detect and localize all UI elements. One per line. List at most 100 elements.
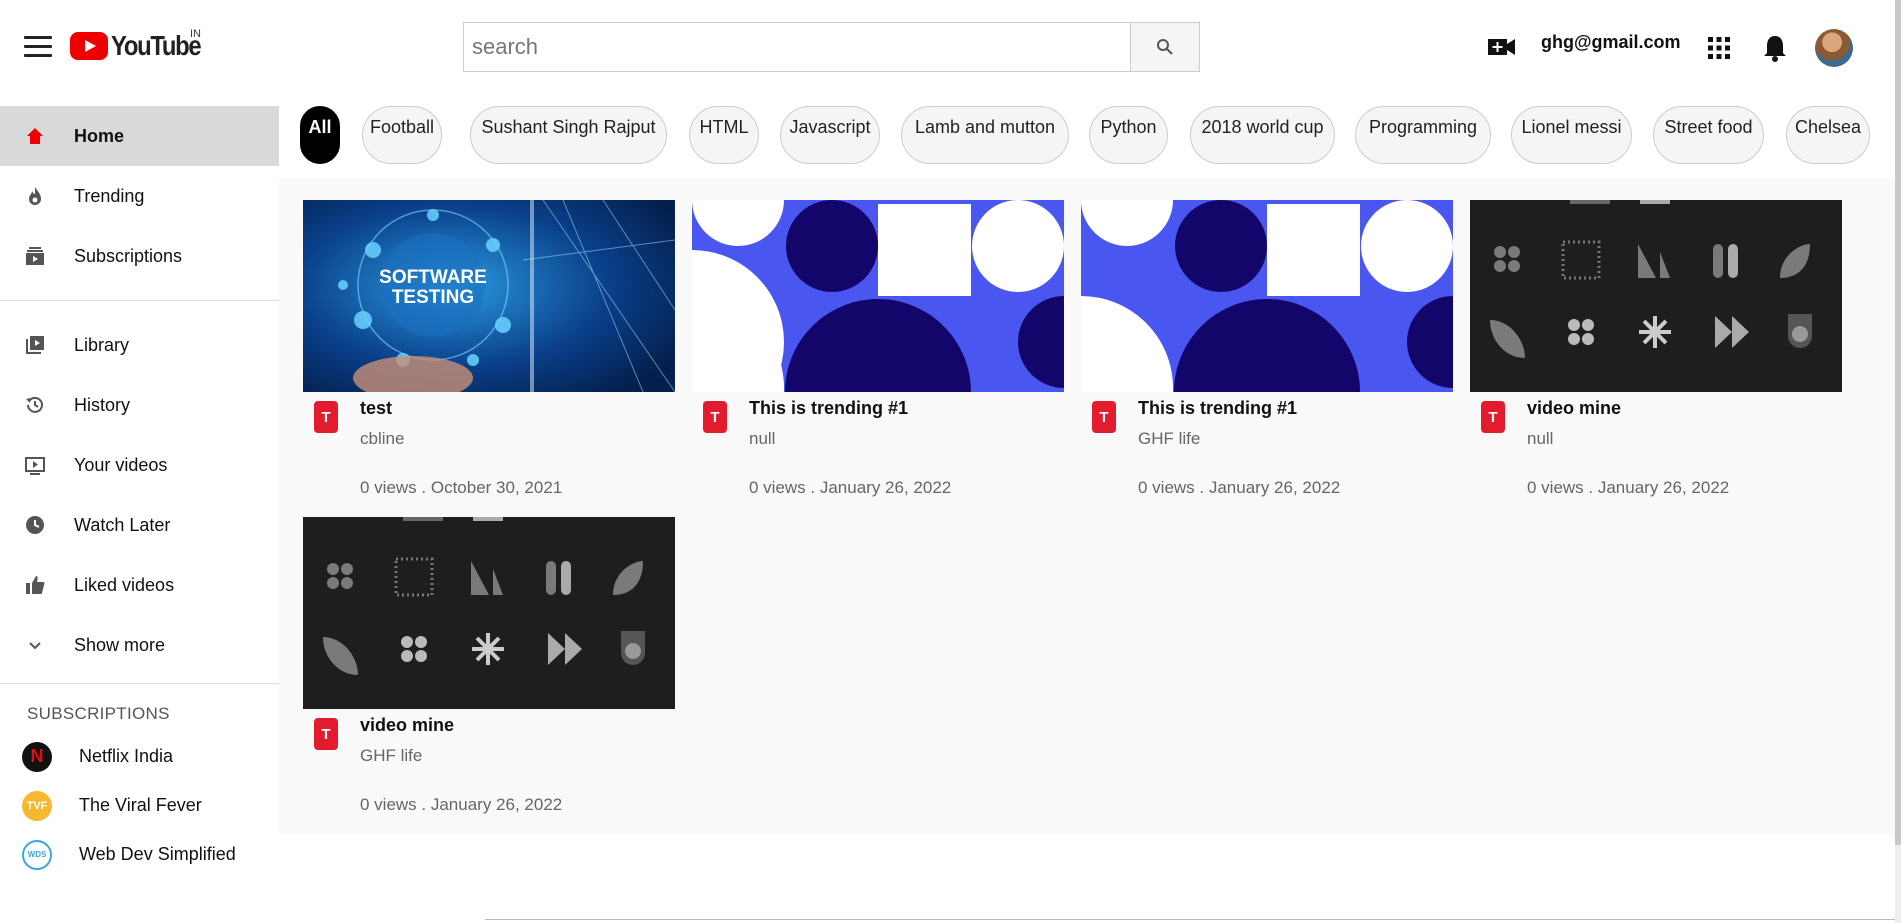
search-button[interactable] bbox=[1130, 23, 1199, 71]
video-stats: 0 views . October 30, 2021 bbox=[360, 478, 563, 497]
sidebar: Home Trending Subscriptions Library Hist… bbox=[0, 106, 279, 923]
sidebar-item-home[interactable]: Home bbox=[0, 106, 279, 166]
chip-javascript[interactable]: Javascript bbox=[780, 106, 880, 164]
channel-logo-icon[interactable]: T bbox=[313, 400, 339, 434]
your-videos-icon bbox=[25, 457, 45, 475]
search-icon bbox=[1157, 39, 1173, 55]
video-meta: T This is trending #1 GHF life 0 views .… bbox=[1081, 392, 1453, 517]
sidebar-item-label: History bbox=[74, 394, 131, 415]
subscription-item-tvf[interactable]: TVF The Viral Fever bbox=[0, 781, 279, 830]
chip-html[interactable]: HTML bbox=[689, 106, 759, 164]
video-thumbnail[interactable] bbox=[1081, 200, 1453, 392]
svg-text:T: T bbox=[1099, 409, 1108, 426]
sidebar-item-show-more[interactable]: Show more bbox=[0, 615, 279, 675]
sidebar-item-label: Subscriptions bbox=[74, 245, 183, 266]
svg-text:T: T bbox=[710, 409, 719, 426]
library-icon bbox=[26, 336, 44, 354]
sidebar-item-label: Show more bbox=[74, 634, 166, 655]
video-card[interactable]: T video mine GHF life 0 views . January … bbox=[303, 517, 675, 834]
youtube-logo[interactable]: YouTube IN bbox=[70, 28, 216, 62]
video-title[interactable]: This is trending #1 bbox=[1138, 398, 1297, 419]
search-input[interactable] bbox=[464, 23, 1130, 71]
chip-sushant-singh-rajput[interactable]: Sushant Singh Rajput bbox=[470, 106, 667, 164]
menu-icon[interactable] bbox=[24, 36, 52, 58]
chip-all[interactable]: All bbox=[300, 106, 340, 164]
video-thumbnail[interactable] bbox=[1470, 200, 1842, 392]
subscription-label: The Viral Fever bbox=[79, 795, 202, 815]
thumbs-up-icon bbox=[26, 576, 45, 594]
video-title[interactable]: video mine bbox=[1527, 398, 1621, 419]
subscription-item-netflix[interactable]: N Netflix India bbox=[0, 732, 279, 781]
subscription-item-web-dev-simplified[interactable]: WDS Web Dev Simplified bbox=[0, 830, 279, 879]
blue-shapes-thumbnail bbox=[692, 200, 1064, 392]
svg-text:T: T bbox=[321, 409, 330, 426]
chip-programming[interactable]: Programming bbox=[1355, 106, 1491, 164]
chip-lamb-and-mutton[interactable]: Lamb and mutton bbox=[901, 106, 1069, 164]
chip-football[interactable]: Football bbox=[362, 106, 442, 164]
channel-logo-icon[interactable]: T bbox=[702, 400, 728, 434]
sidebar-divider bbox=[0, 300, 279, 301]
notifications-bell-icon[interactable] bbox=[1762, 34, 1788, 62]
blue-shapes-thumbnail bbox=[1081, 200, 1453, 392]
sidebar-item-library[interactable]: Library bbox=[0, 315, 279, 375]
svg-text:T: T bbox=[321, 726, 330, 743]
page-scrollbar-thumb[interactable] bbox=[1895, 0, 1901, 845]
video-card[interactable]: T This is trending #1 null 0 views . Jan… bbox=[692, 200, 1064, 517]
chip-chelsea[interactable]: Chelsea bbox=[1786, 106, 1870, 164]
video-card[interactable]: T video mine null 0 views . January 26, … bbox=[1470, 200, 1842, 517]
logo-text: YouTube bbox=[111, 30, 202, 61]
channel-avatar: WDS bbox=[22, 839, 52, 870]
sidebar-item-liked-videos[interactable]: Liked videos bbox=[0, 555, 279, 615]
chip-2018-world-cup[interactable]: 2018 world cup bbox=[1190, 106, 1335, 164]
subscription-label: Netflix India bbox=[79, 746, 174, 766]
chip-lionel-messi[interactable]: Lionel messi bbox=[1511, 106, 1632, 164]
sidebar-item-label: Library bbox=[74, 334, 130, 355]
channel-logo-icon[interactable]: T bbox=[1480, 400, 1506, 434]
video-stats: 0 views . January 26, 2022 bbox=[1138, 478, 1341, 497]
video-thumbnail[interactable] bbox=[692, 200, 1064, 392]
channel-avatar: N bbox=[22, 741, 52, 772]
video-stats: 0 views . January 26, 2022 bbox=[749, 478, 952, 497]
channel-name[interactable]: GHF life bbox=[1138, 429, 1200, 449]
video-title[interactable]: This is trending #1 bbox=[749, 398, 908, 419]
apps-grid-icon[interactable] bbox=[1708, 37, 1730, 59]
video-title[interactable]: video mine bbox=[360, 715, 454, 736]
channel-name[interactable]: cbline bbox=[360, 429, 404, 449]
filter-chips-bar: All Football Sushant Singh Rajput HTML J… bbox=[279, 96, 1895, 178]
user-avatar[interactable] bbox=[1815, 29, 1853, 67]
fire-icon bbox=[29, 187, 41, 205]
sidebar-item-label: Home bbox=[74, 125, 125, 146]
sidebar-item-label: Your videos bbox=[74, 454, 168, 475]
channel-name[interactable]: null bbox=[1527, 429, 1553, 449]
subscriptions-heading: SUBSCRIPTIONS bbox=[27, 704, 170, 723]
video-thumbnail[interactable]: SOFTWARE TESTING bbox=[303, 200, 675, 392]
sidebar-item-subscriptions[interactable]: Subscriptions bbox=[0, 226, 279, 286]
sidebar-item-history[interactable]: History bbox=[0, 375, 279, 435]
account-email[interactable]: ghg@gmail.com bbox=[1541, 32, 1681, 53]
sidebar-item-trending[interactable]: Trending bbox=[0, 166, 279, 226]
top-header: YouTube IN ghg@gmail.com bbox=[0, 0, 1901, 96]
channel-logo-icon[interactable]: T bbox=[1091, 400, 1117, 434]
video-card[interactable]: T This is trending #1 GHF life 0 views .… bbox=[1081, 200, 1453, 517]
sidebar-item-your-videos[interactable]: Your videos bbox=[0, 435, 279, 495]
chip-python[interactable]: Python bbox=[1089, 106, 1168, 164]
video-thumbnail[interactable] bbox=[303, 517, 675, 709]
history-icon bbox=[26, 396, 43, 413]
bottom-edge-line bbox=[485, 919, 1895, 920]
sidebar-item-watch-later[interactable]: Watch Later bbox=[0, 495, 279, 555]
video-card[interactable]: SOFTWARE TESTING T test cbline 0 views .… bbox=[303, 200, 675, 517]
subscription-label: Web Dev Simplified bbox=[79, 844, 236, 864]
channel-name[interactable]: null bbox=[749, 429, 775, 449]
video-stats: 0 views . January 26, 2022 bbox=[1527, 478, 1730, 497]
thumbnail-text: SOFTWARE bbox=[379, 267, 487, 288]
video-title[interactable]: test bbox=[360, 398, 392, 419]
channel-name[interactable]: GHF life bbox=[360, 746, 422, 766]
video-meta: T This is trending #1 null 0 views . Jan… bbox=[692, 392, 1064, 517]
channel-logo-icon[interactable]: T bbox=[313, 717, 339, 751]
video-meta: T video mine null 0 views . January 26, … bbox=[1470, 392, 1842, 517]
home-icon bbox=[27, 128, 43, 144]
chip-street-food[interactable]: Street food bbox=[1653, 106, 1764, 164]
create-video-icon[interactable] bbox=[1488, 36, 1516, 58]
dark-icons-thumbnail bbox=[1470, 200, 1842, 392]
logo-country: IN bbox=[190, 28, 201, 40]
